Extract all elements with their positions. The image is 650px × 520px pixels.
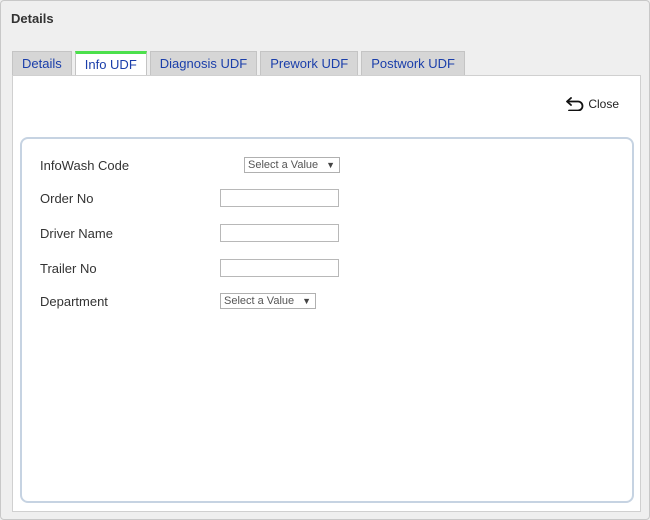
tab-bar: Details Info UDF Diagnosis UDF Prework U… — [12, 51, 465, 76]
driver-name-label: Driver Name — [40, 226, 113, 241]
tab-prework-udf[interactable]: Prework UDF — [260, 51, 359, 75]
close-label: Close — [588, 97, 619, 111]
dialog-title: Details — [11, 11, 54, 26]
undo-arrow-icon — [566, 97, 584, 111]
tab-panel: Close InfoWash Code Select a Value ▼ Ord… — [12, 75, 641, 512]
infowash-code-label: InfoWash Code — [40, 158, 130, 173]
department-label: Department — [40, 294, 108, 309]
tab-info-udf[interactable]: Info UDF — [74, 51, 147, 76]
trailer-no-input[interactable] — [220, 259, 339, 277]
order-no-label: Order No — [40, 191, 94, 206]
tab-diagnosis-udf[interactable]: Diagnosis UDF — [149, 51, 258, 75]
infowash-code-value: Select a Value — [248, 159, 319, 171]
udf-form: InfoWash Code Select a Value ▼ Order No … — [20, 137, 634, 503]
infowash-code-select[interactable]: Select a Value ▼ — [244, 157, 340, 173]
tab-postwork-udf[interactable]: Postwork UDF — [361, 51, 465, 75]
department-value: Select a Value — [224, 295, 295, 307]
department-select[interactable]: Select a Value ▼ — [220, 293, 316, 309]
close-button[interactable]: Close — [566, 97, 619, 111]
driver-name-input[interactable] — [220, 224, 339, 242]
order-no-input[interactable] — [220, 189, 339, 207]
tab-details[interactable]: Details — [12, 51, 72, 75]
dropdown-arrow-icon: ▼ — [326, 160, 335, 170]
dropdown-arrow-icon: ▼ — [302, 296, 311, 306]
trailer-no-label: Trailer No — [40, 261, 97, 276]
details-dialog: Details Details Info UDF Diagnosis UDF P… — [0, 0, 650, 520]
